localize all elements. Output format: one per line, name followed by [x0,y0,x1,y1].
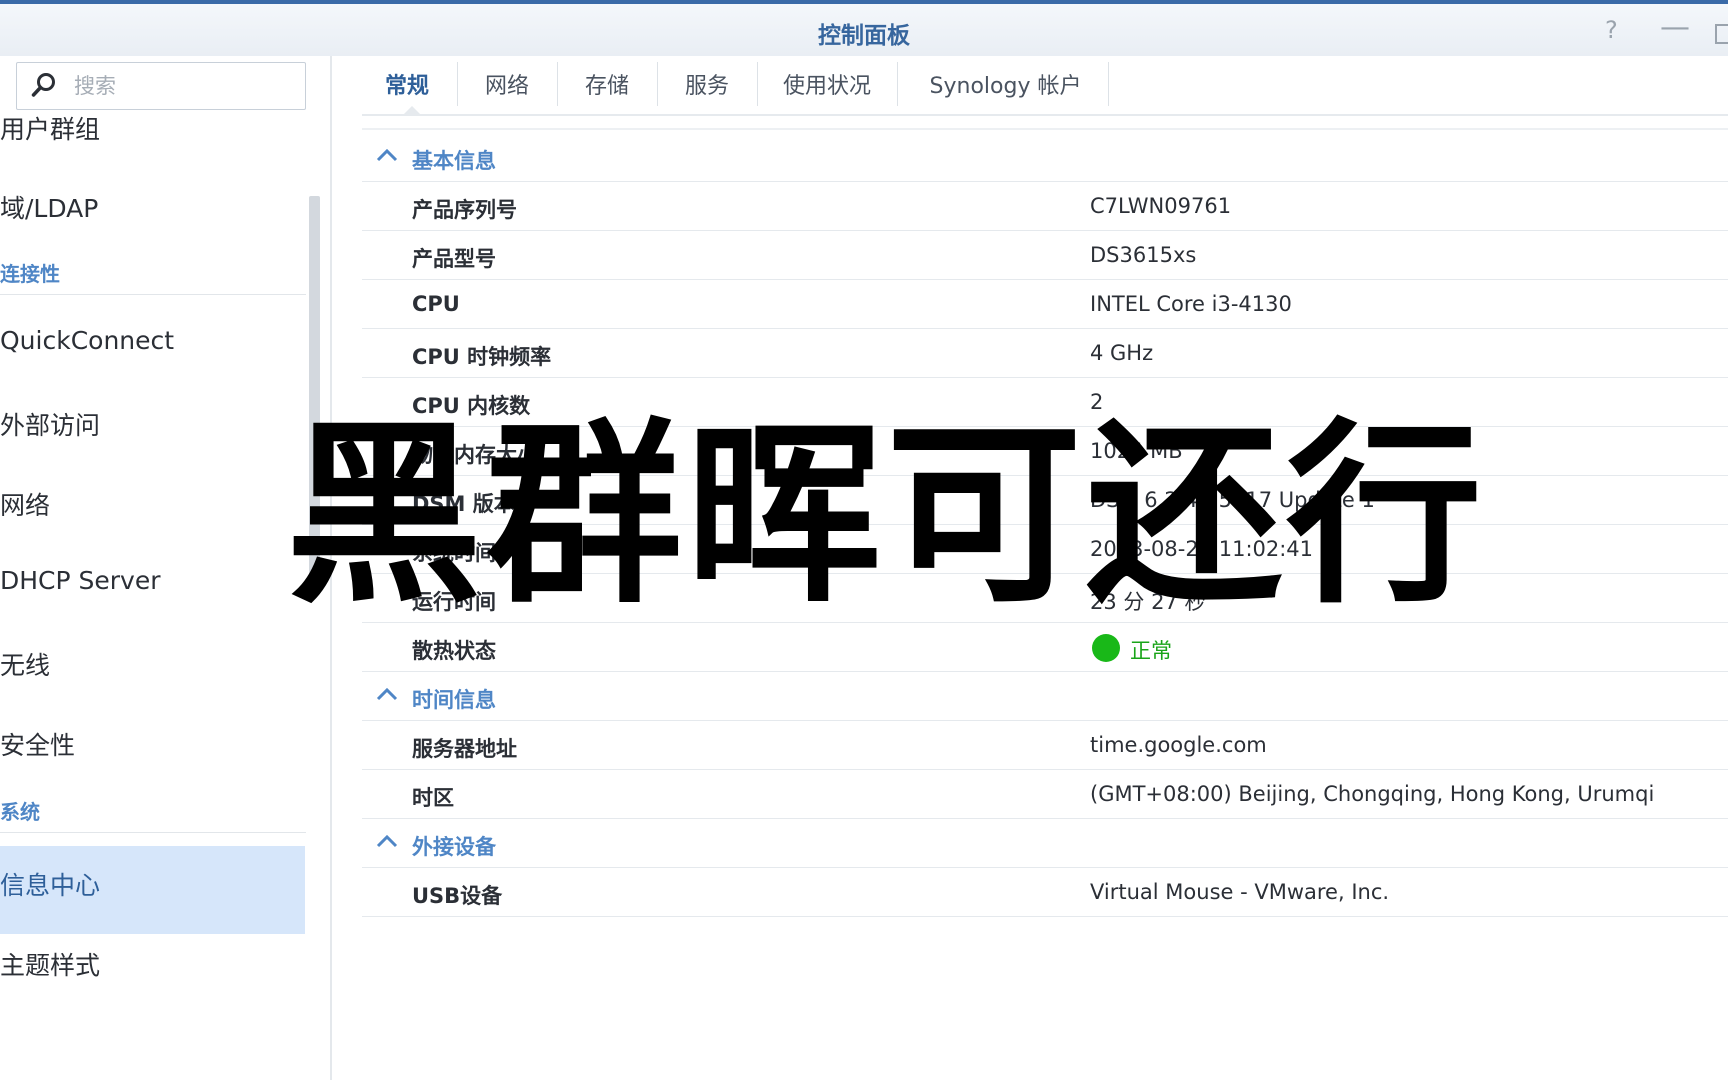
info-label: 时区 [412,786,454,810]
chevron-up-icon[interactable] [376,834,398,848]
info-label: 产品序列号 [412,198,517,222]
title-bar: 控制面板 ? — [0,4,1728,56]
sidebar: 用户群组域/LDAP 连接性 QuickConnect 外部访问网络 DHCP Serv… [0,56,330,1080]
sidebar-item[interactable]: 主题样式 [0,946,100,982]
sidebar-section-divider [0,294,306,295]
info-label: 服务器地址 [412,737,517,761]
search-box[interactable] [16,62,306,110]
sidebar-item[interactable]: 外部访问 [0,406,100,442]
chevron-up-icon[interactable] [376,148,398,162]
tab-1[interactable]: 网络 [462,56,552,114]
section-title: 时间信息 [412,688,496,712]
tab-underline [362,114,1728,116]
info-row: CPU INTEL Core i3-4130 [362,279,1728,329]
maximize-icon[interactable] [1715,24,1728,44]
search-input[interactable] [72,63,296,109]
status-text: 正常 [1130,639,1172,663]
tab-separator [1108,62,1109,106]
info-row: 产品型号 DS3615xs [362,230,1728,280]
tab-4[interactable]: 使用状况 [762,56,892,114]
info-value: time.google.com [1090,733,1267,757]
sidebar-item[interactable]: 网络 [0,486,50,522]
section-header[interactable]: 外接设备 [362,818,1728,868]
active-tab-caret [402,106,422,116]
info-row: USB设备 Virtual Mouse - VMware, Inc. [362,867,1728,917]
info-row: CPU 时钟频率 4 GHz [362,328,1728,378]
info-value: C7LWN09761 [1090,194,1232,218]
info-label: CPU [412,292,460,316]
info-row: 服务器地址 time.google.com [362,720,1728,770]
content-top-rule [362,128,1728,130]
tab-5[interactable]: Synology 帐户 [908,56,1103,114]
tab-separator [897,62,898,106]
sidebar-section-header: 连接性 [0,262,60,286]
chevron-up-icon[interactable] [376,687,398,701]
tab-3[interactable]: 服务 [662,56,752,114]
info-row: 产品序列号 C7LWN09761 [362,181,1728,231]
info-label: USB设备 [412,884,503,908]
sidebar-item[interactable]: 信息中心 [0,866,100,902]
tab-2[interactable]: 存储 [562,56,652,114]
section-title: 基本信息 [412,149,496,173]
overlay-caption: 黑群晖可还行 [286,402,1487,630]
info-label: CPU 时钟频率 [412,345,552,369]
info-label: 产品型号 [412,247,496,271]
sidebar-item[interactable]: 无线 [0,646,50,682]
tab-separator [457,62,458,106]
info-value: INTEL Core i3-4130 [1090,292,1292,316]
info-row: 时区 (GMT+08:00) Beijing, Chongqing, Hong K… [362,769,1728,819]
info-label: 散热状态 [412,639,496,663]
info-value: DS3615xs [1090,243,1197,267]
sidebar-item[interactable]: 域/LDAP [0,189,98,225]
info-value: 4 GHz [1090,341,1154,365]
sidebar-item[interactable]: DHCP Server [0,566,161,595]
sidebar-section-divider [0,832,306,833]
sidebar-item[interactable]: 用户群组 [0,110,100,146]
section-header[interactable]: 时间信息 [362,671,1728,721]
section-title: 外接设备 [412,835,496,859]
info-value: (GMT+08:00) Beijing, Chongqing, Hong Kon… [1090,782,1655,806]
info-value: Virtual Mouse - VMware, Inc. [1090,880,1390,904]
sidebar-item[interactable]: QuickConnect [0,326,174,355]
tab-bar: 常规 网络 存储 服务 使用状况 Synology 帐户 [362,56,1728,116]
question-icon[interactable]: ? [1605,16,1618,44]
search-icon [31,73,55,97]
minimize-icon[interactable]: — [1660,10,1690,45]
sidebar-section-header: 系统 [0,800,40,824]
tab-separator [557,62,558,106]
tab-separator [757,62,758,106]
sidebar-item[interactable]: 安全性 [0,726,75,762]
status-ok-icon [1092,634,1120,662]
window-title: 控制面板 [818,23,910,49]
section-header[interactable]: 基本信息 [362,132,1728,182]
tab-separator [657,62,658,106]
